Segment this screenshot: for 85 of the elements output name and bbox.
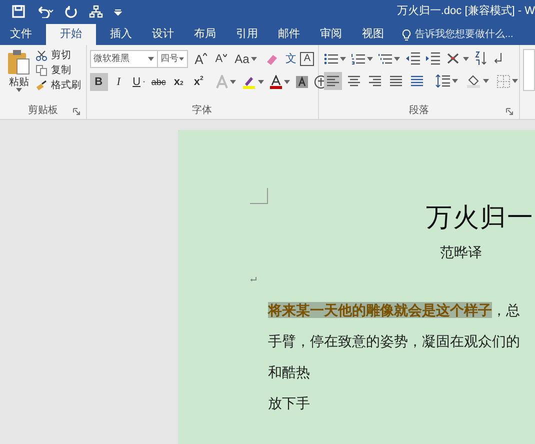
paint-bucket-icon[interactable]	[466, 74, 481, 88]
ribbon-tab[interactable]: 审阅	[310, 24, 352, 45]
align-justify-icon	[388, 75, 403, 87]
multilevel-list-icon[interactable]	[378, 52, 392, 64]
paintbrush-icon	[36, 80, 47, 91]
document-title: 万火归一	[426, 204, 534, 230]
ribbon-tab[interactable]: 文件	[2, 24, 42, 45]
caret-icon	[258, 80, 264, 84]
caret-icon	[366, 56, 373, 60]
ribbon-tab[interactable]: 设计	[142, 24, 184, 45]
phonetic-guide-button[interactable]: 文	[283, 54, 298, 64]
tree-icon[interactable]	[89, 5, 103, 18]
body-text-line: 放下手	[268, 394, 311, 413]
change-case-button[interactable]: Aa	[230, 53, 262, 65]
body-text-line: 和酷热	[268, 363, 311, 382]
copy-icon	[36, 65, 47, 76]
dialog-launcher-icon[interactable]	[72, 108, 80, 115]
window-title: 万火归一.doc [兼容模式] - W	[396, 4, 535, 20]
align-right-icon	[368, 75, 382, 87]
paste-button[interactable]: 粘贴	[6, 49, 32, 103]
tell-me-search[interactable]: 告诉我您想要做什么...	[402, 24, 514, 45]
ribbon-tab[interactable]: 布局	[184, 24, 226, 45]
highlighter-icon[interactable]	[242, 75, 256, 89]
corner-mark-icon	[250, 188, 268, 204]
group-label: 剪贴板	[28, 106, 58, 116]
redo-icon[interactable]	[65, 5, 78, 18]
ribbon-tab[interactable]: 引用	[226, 24, 268, 45]
clipboard-icon	[7, 49, 31, 75]
caret-icon	[284, 80, 290, 84]
align-distributed-icon	[410, 75, 424, 87]
author-line: 范晔译	[440, 245, 482, 259]
customize-icon[interactable]	[114, 8, 122, 16]
grow-font-button[interactable]: A	[190, 52, 212, 66]
align-center-icon	[346, 75, 361, 87]
asian-layout-icon[interactable]	[444, 52, 461, 65]
caret-icon	[482, 79, 489, 83]
undo-icon[interactable]	[36, 5, 54, 18]
lightbulb-icon	[402, 28, 411, 40]
group-label: 段落	[408, 106, 429, 116]
font-color-icon[interactable]	[270, 75, 282, 89]
caret-icon	[340, 56, 346, 60]
sort-icon[interactable]	[474, 51, 488, 66]
ribbon-tab[interactable]: 邮件	[268, 24, 310, 45]
font-name-field[interactable]: 微软雅黑	[90, 50, 158, 68]
caret-icon	[178, 57, 184, 61]
increase-indent-icon[interactable]	[424, 52, 440, 65]
ribbon-tab[interactable]: 视图	[352, 24, 394, 45]
align-left-icon	[326, 75, 340, 87]
line-spacing-icon[interactable]	[434, 74, 450, 88]
character-border-button[interactable]: A	[300, 52, 314, 66]
caret-icon	[148, 57, 154, 61]
caret-icon	[512, 79, 518, 83]
caret-icon	[16, 88, 22, 92]
bold-button[interactable]: B	[90, 73, 108, 91]
strikethrough-button[interactable]: abc	[150, 73, 168, 91]
caret-icon	[462, 56, 469, 60]
italic-button[interactable]: I	[110, 73, 128, 91]
paragraph-mark-icon	[250, 277, 257, 283]
paragraph-mark-icon[interactable]	[492, 52, 503, 65]
caret-icon	[251, 57, 258, 61]
scissors-icon	[36, 50, 47, 61]
font-size-field[interactable]: 四号	[158, 50, 188, 68]
caret-down-icon	[222, 54, 227, 56]
decrease-indent-icon[interactable]	[404, 52, 420, 65]
dialog-launcher-icon[interactable]	[506, 108, 514, 115]
superscript-button[interactable]: x$^{2}$	[190, 73, 208, 91]
shrink-font-button[interactable]: A	[211, 54, 231, 64]
caret-icon	[230, 80, 236, 84]
caret-up-icon	[203, 52, 208, 56]
body-text-line: 将来某一天他的雕像就会是这个样子，总	[268, 301, 521, 320]
bullet-list-icon[interactable]	[324, 52, 338, 64]
group-label: 字体	[192, 106, 212, 116]
cut-button[interactable]: 剪切	[36, 50, 81, 61]
copy-button[interactable]: 复制	[36, 65, 81, 76]
caret-icon	[394, 56, 400, 60]
alignment-button[interactable]	[324, 72, 342, 90]
format-painter-button[interactable]: 格式刷	[36, 80, 81, 91]
save-icon[interactable]	[12, 5, 25, 18]
ribbon-tab[interactable]: 插入	[100, 24, 142, 45]
caret-icon	[452, 79, 458, 83]
underline-button[interactable]: U	[130, 73, 148, 91]
ribbon-tab[interactable]: 开始	[46, 24, 96, 45]
shaded-letter-icon[interactable]	[296, 76, 308, 88]
numbered-list-icon[interactable]	[350, 52, 365, 64]
body-text-line: 手臂，停在致意的姿势，凝固在观众们的	[268, 332, 521, 351]
